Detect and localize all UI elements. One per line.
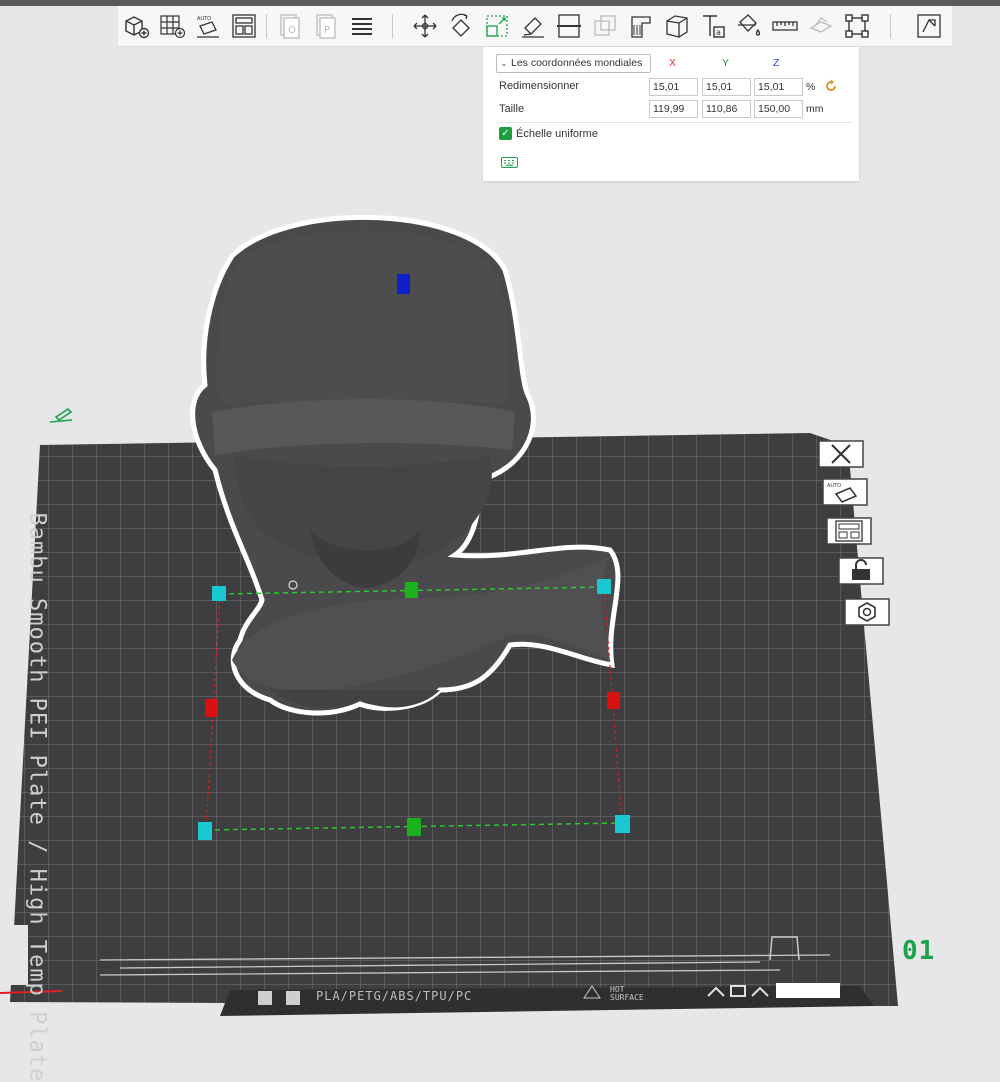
arrange-plate-icon[interactable] (826, 517, 872, 545)
surface-label: SURFACE (610, 993, 644, 1002)
z-axis-handle[interactable] (397, 274, 410, 294)
uniform-scale-checkbox[interactable]: ✓ (499, 127, 512, 140)
svg-text:AUTO: AUTO (827, 483, 841, 489)
corner-scale-handle[interactable] (597, 579, 611, 594)
scale-tool-panel: ⌄ Les coordonnées mondiales X Y Z Redimen… (483, 47, 859, 181)
x-scale-handle[interactable] (607, 692, 620, 709)
auto-orient-plate-icon[interactable]: AUTO (822, 478, 868, 506)
x-scale-handle[interactable] (205, 699, 218, 717)
percent-unit: % (806, 81, 816, 93)
uniform-scale-label: Échelle uniforme (516, 128, 598, 140)
keyboard-icon[interactable] (501, 157, 518, 168)
y-scale-handle[interactable] (407, 818, 421, 836)
edit-pen-icon[interactable] (49, 407, 73, 423)
close-plate-icon[interactable] (818, 440, 864, 468)
filament-types-label: PLA/PETG/ABS/TPU/PC (316, 989, 473, 1003)
scale-x-input[interactable]: 15,01 (649, 78, 698, 96)
size-label: Taille (499, 103, 525, 115)
corner-scale-handle[interactable] (198, 822, 212, 840)
axis-x-label: X (669, 57, 677, 69)
plate-settings-icon[interactable] (844, 598, 890, 626)
resize-label: Redimensionner (499, 80, 580, 92)
scale-z-input[interactable]: 15,01 (754, 78, 803, 96)
scale-y-input[interactable]: 15,01 (702, 78, 751, 96)
coordinates-select-value: Les coordonnées mondiales (511, 57, 643, 69)
plate-type-label: Bambu Smooth PEI Plate / High Temp Plate (24, 512, 50, 1082)
corner-scale-handle[interactable] (615, 815, 630, 833)
hot-surface-label: HOT SURFACE (610, 986, 644, 1002)
lock-plate-icon[interactable] (838, 557, 884, 585)
size-z-input[interactable]: 150,00 (754, 100, 803, 118)
size-x-input[interactable]: 119,99 (649, 100, 698, 118)
chevron-down-icon: ⌄ (500, 58, 508, 68)
size-y-input[interactable]: 110,86 (702, 100, 751, 118)
reset-icon[interactable] (824, 79, 838, 93)
mm-unit: mm (806, 103, 824, 115)
panel-divider (496, 122, 853, 123)
plate-white-patch (776, 983, 840, 998)
coordinates-select[interactable]: ⌄ Les coordonnées mondiales (496, 54, 651, 73)
axis-y-label: Y (722, 57, 730, 69)
plate-number: 01 (902, 936, 936, 966)
axis-z-label: Z (773, 57, 780, 69)
corner-scale-handle[interactable] (212, 586, 226, 601)
plate-logo-icon (258, 991, 272, 1005)
y-scale-handle[interactable] (405, 582, 418, 598)
plate-qr-icon (286, 991, 300, 1005)
